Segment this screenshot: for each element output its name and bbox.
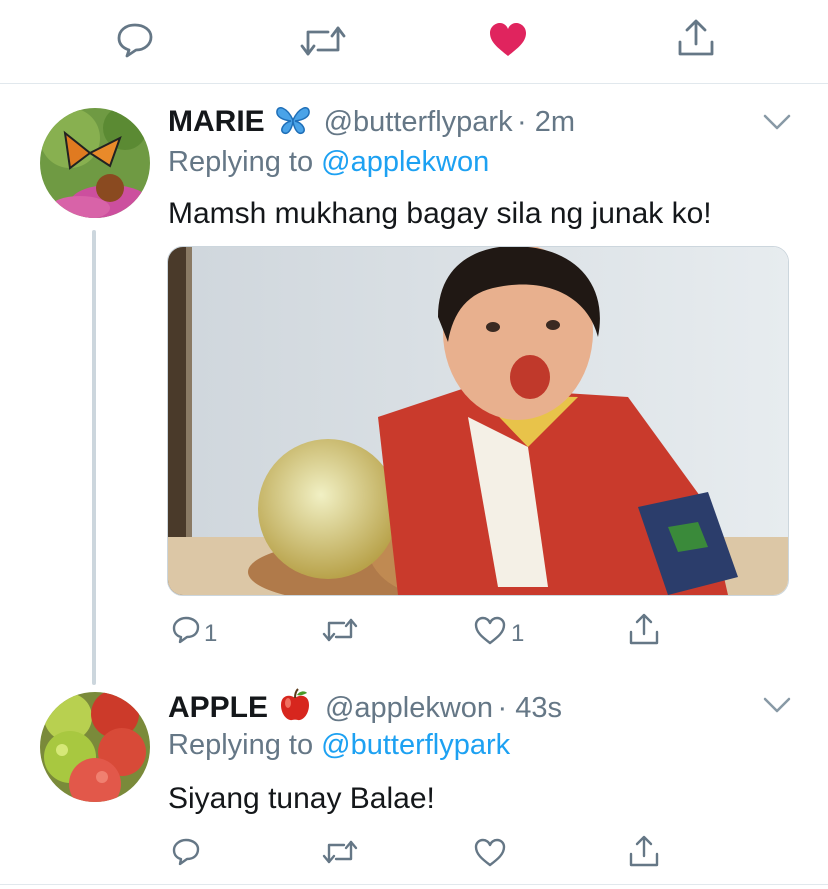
reply-icon[interactable] (116, 22, 154, 58)
chevron-down-icon[interactable] (762, 696, 792, 714)
mention-link[interactable]: @applekwon (321, 146, 489, 178)
thread-line (92, 230, 96, 685)
timestamp[interactable]: · 43s (498, 692, 562, 724)
tweet-header: APPLE @applekwon · 43s (168, 688, 562, 725)
divider (0, 83, 828, 84)
tweet-text: Siyang tunay Balae! (168, 782, 435, 815)
red-apple-emoji (278, 688, 312, 722)
tweet-text: Mamsh mukhang bagay sila ng junak ko! (168, 197, 712, 230)
avatar[interactable] (40, 692, 150, 802)
tweet-header: MARIE @butterflypark · 2m (168, 105, 575, 139)
tweet-media[interactable] (167, 246, 789, 596)
retweet-icon[interactable] (300, 24, 346, 58)
like-icon[interactable] (474, 616, 506, 646)
replying-to: Replying to @applekwon (168, 146, 489, 179)
reply-count: 1 (204, 620, 218, 647)
replying-to: Replying to @butterflypark (168, 729, 510, 762)
mention-link[interactable]: @butterflypark (321, 729, 510, 761)
replying-prefix: Replying to (168, 146, 314, 178)
reply-icon[interactable] (171, 837, 201, 867)
share-icon[interactable] (676, 18, 716, 58)
chevron-down-icon[interactable] (762, 113, 792, 131)
replying-prefix: Replying to (168, 729, 314, 761)
like-icon-filled[interactable] (488, 22, 528, 58)
avatar[interactable] (40, 108, 150, 218)
display-name[interactable]: APPLE (168, 691, 268, 724)
handle[interactable]: @applekwon (325, 692, 493, 724)
divider (0, 884, 828, 885)
like-icon[interactable] (474, 838, 506, 868)
timestamp[interactable]: · 2m (517, 106, 575, 138)
share-icon[interactable] (628, 834, 660, 868)
handle[interactable]: @butterflypark (324, 106, 513, 138)
like-count: 1 (511, 620, 525, 647)
display-name[interactable]: MARIE (168, 105, 265, 138)
butterfly-emoji (275, 105, 311, 135)
retweet-icon[interactable] (322, 838, 358, 866)
reply-icon[interactable] (171, 615, 201, 645)
retweet-icon[interactable] (322, 616, 358, 644)
share-icon[interactable] (628, 612, 660, 646)
